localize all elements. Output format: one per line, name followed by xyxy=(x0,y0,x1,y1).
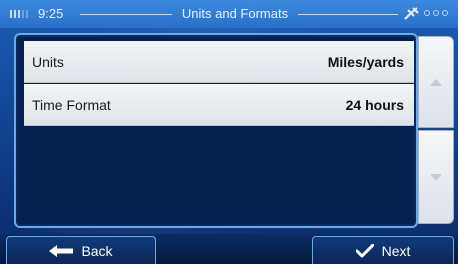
status-dots xyxy=(424,10,448,16)
setting-label: Time Format xyxy=(32,96,111,113)
title-divider-left xyxy=(80,14,172,15)
back-button[interactable]: Back xyxy=(6,236,156,264)
settings-list: Units Miles/yards Time Format 24 hours xyxy=(14,33,418,228)
arrow-left-icon xyxy=(49,244,74,257)
setting-value: Miles/yards xyxy=(327,53,404,70)
checkmark-icon xyxy=(355,243,374,257)
scroll-down-button[interactable] xyxy=(418,130,454,224)
clock-time: 9:25 xyxy=(38,6,64,21)
satellite-icon xyxy=(404,7,419,20)
back-button-label: Back xyxy=(81,242,113,259)
screen-title: Units and Formats xyxy=(181,6,289,21)
next-button-label: Next xyxy=(381,242,411,259)
scroll-up-button[interactable] xyxy=(418,36,454,128)
chevron-down-icon xyxy=(430,173,442,181)
title-divider-right xyxy=(298,14,398,15)
setting-item-time-format[interactable]: Time Format 24 hours xyxy=(24,84,414,126)
setting-value: 24 hours xyxy=(345,96,404,113)
setting-label: Units xyxy=(32,53,64,70)
setting-item-units[interactable]: Units Miles/yards xyxy=(24,41,414,83)
status-bar: 9:25 Units and Formats xyxy=(0,0,458,28)
next-button[interactable]: Next xyxy=(312,236,454,264)
navigation-screen: 9:25 Units and Formats Units Miles/yards… xyxy=(0,0,458,264)
chevron-up-icon xyxy=(430,78,442,86)
battery-icon xyxy=(10,10,28,18)
